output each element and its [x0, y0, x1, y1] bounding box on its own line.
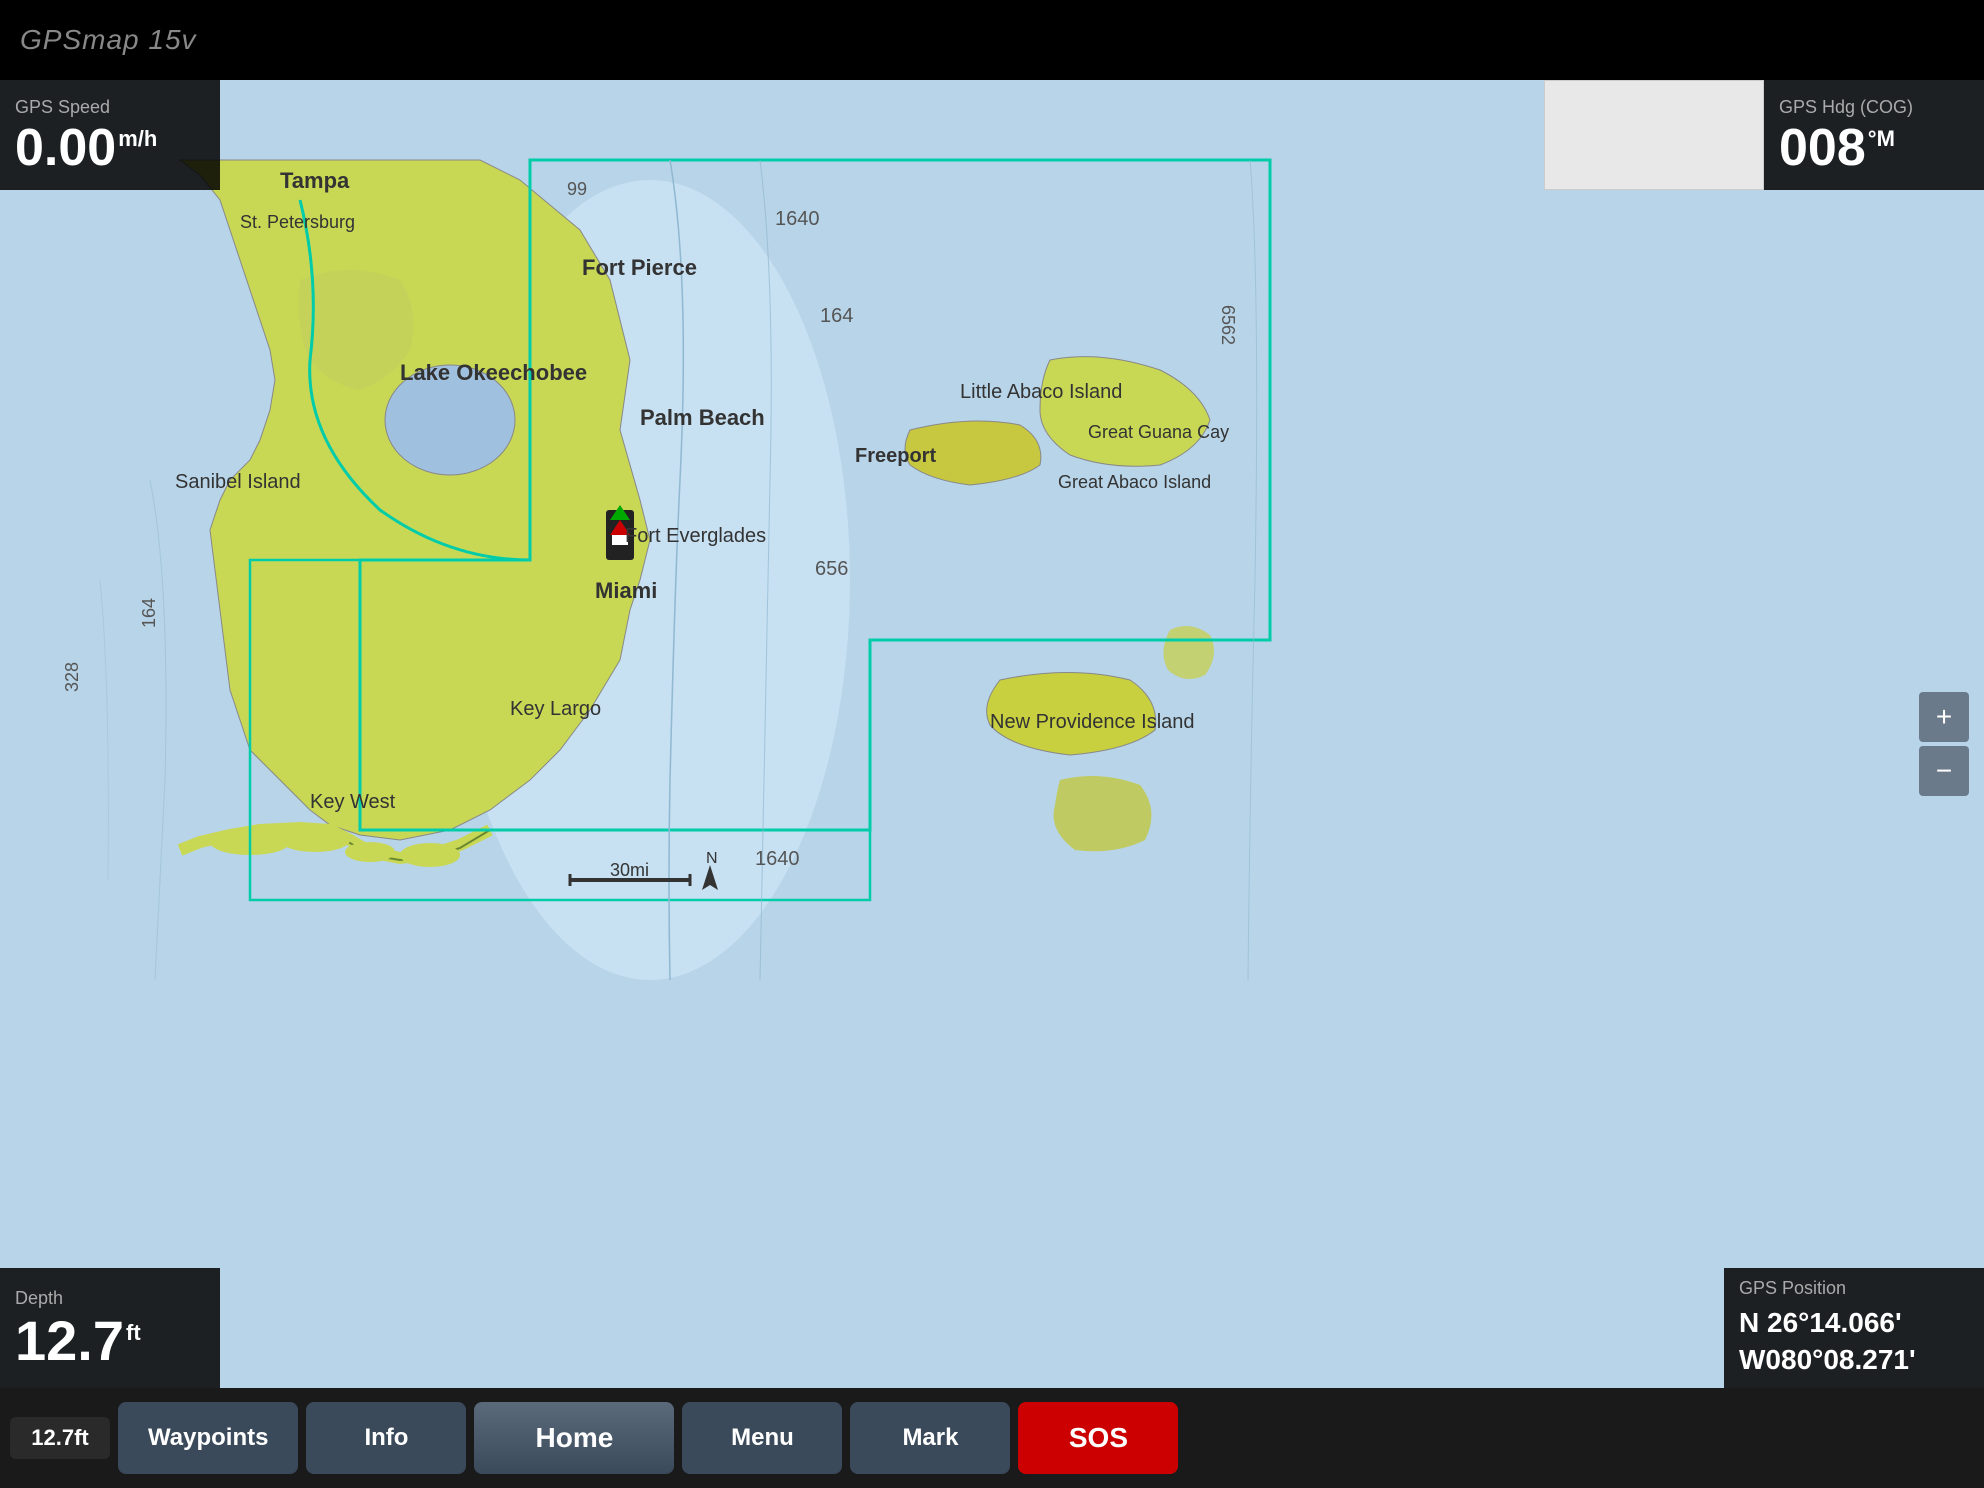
gps-speed-unit: m/h [118, 126, 157, 151]
brand-title: GPSmap 15v [20, 24, 197, 56]
gps-position-box: GPS Position N 26°14.066' W080°08.271' [1724, 1268, 1984, 1388]
sos-button[interactable]: SOS [1018, 1402, 1178, 1474]
svg-text:99: 99 [567, 179, 587, 199]
gps-heading-unit: °M [1868, 126, 1895, 151]
depth-indicator-small: 12.7ft [10, 1417, 110, 1459]
svg-text:6562: 6562 [1218, 305, 1238, 345]
zoom-out-button[interactable]: − [1919, 746, 1969, 796]
gps-position-lon: W080°08.271' [1739, 1342, 1916, 1378]
svg-text:656: 656 [815, 558, 848, 580]
gps-position-lat: N 26°14.066' [1739, 1305, 1902, 1341]
waypoints-button[interactable]: Waypoints [118, 1402, 298, 1474]
svg-text:Tampa: Tampa [280, 168, 350, 193]
svg-text:Lake Okeechobee: Lake Okeechobee [400, 360, 587, 385]
minimap-box [1544, 80, 1764, 190]
svg-text:New Providence Island: New Providence Island [990, 711, 1195, 733]
depth-box: Depth 12.7ft [0, 1268, 220, 1388]
gps-speed-label: GPS Speed [15, 97, 110, 118]
svg-text:Fort Pierce: Fort Pierce [582, 255, 697, 280]
svg-text:1640: 1640 [775, 208, 820, 230]
depth-label: Depth [15, 1288, 63, 1309]
map-svg: Tampa St. Petersburg Fort Pierce Lake Ok… [0, 80, 1984, 1388]
svg-text:328: 328 [62, 662, 82, 692]
svg-text:Sanibel Island: Sanibel Island [175, 471, 301, 493]
svg-text:Miami: Miami [595, 578, 657, 603]
depth-value: 12.7ft [15, 1313, 141, 1369]
svg-text:Fort Everglades: Fort Everglades [625, 525, 766, 547]
depth-unit: ft [126, 1320, 141, 1345]
gps-position-label: GPS Position [1739, 1278, 1846, 1299]
svg-text:N: N [706, 850, 718, 867]
svg-text:164: 164 [139, 598, 159, 628]
svg-text:Great Abaco Island: Great Abaco Island [1058, 472, 1211, 492]
svg-text:Freeport: Freeport [855, 445, 936, 467]
svg-text:Key Largo: Key Largo [510, 698, 601, 720]
svg-text:Great Guana Cay: Great Guana Cay [1088, 422, 1229, 442]
svg-text:Key West: Key West [310, 791, 396, 813]
svg-text:St. Petersburg: St. Petersburg [240, 212, 355, 232]
top-bar: GPSmap 15v [0, 0, 1984, 80]
gps-heading-label: GPS Hdg (COG) [1779, 97, 1913, 118]
svg-text:164: 164 [820, 305, 853, 327]
map-container[interactable]: Tampa St. Petersburg Fort Pierce Lake Ok… [0, 80, 1984, 1388]
svg-text:1640: 1640 [755, 848, 800, 870]
menu-button[interactable]: Menu [682, 1402, 842, 1474]
gps-speed-value: 0.00m/h [15, 122, 157, 174]
home-button[interactable]: Home [474, 1402, 674, 1474]
info-button[interactable]: Info [306, 1402, 466, 1474]
gps-heading-value: 008°M [1779, 122, 1895, 174]
svg-text:Little Abaco Island: Little Abaco Island [960, 381, 1122, 403]
zoom-in-button[interactable]: + [1919, 692, 1969, 742]
zoom-controls[interactable]: + − [1919, 692, 1969, 796]
svg-text:30mi: 30mi [610, 860, 649, 880]
svg-text:Palm Beach: Palm Beach [640, 405, 765, 430]
gps-heading-box: GPS Hdg (COG) 008°M [1764, 80, 1984, 190]
mark-button[interactable]: Mark [850, 1402, 1010, 1474]
gps-speed-box: GPS Speed 0.00m/h [0, 80, 220, 190]
bottom-bar: 12.7ft Waypoints Info Home Menu Mark SOS [0, 1388, 1984, 1488]
